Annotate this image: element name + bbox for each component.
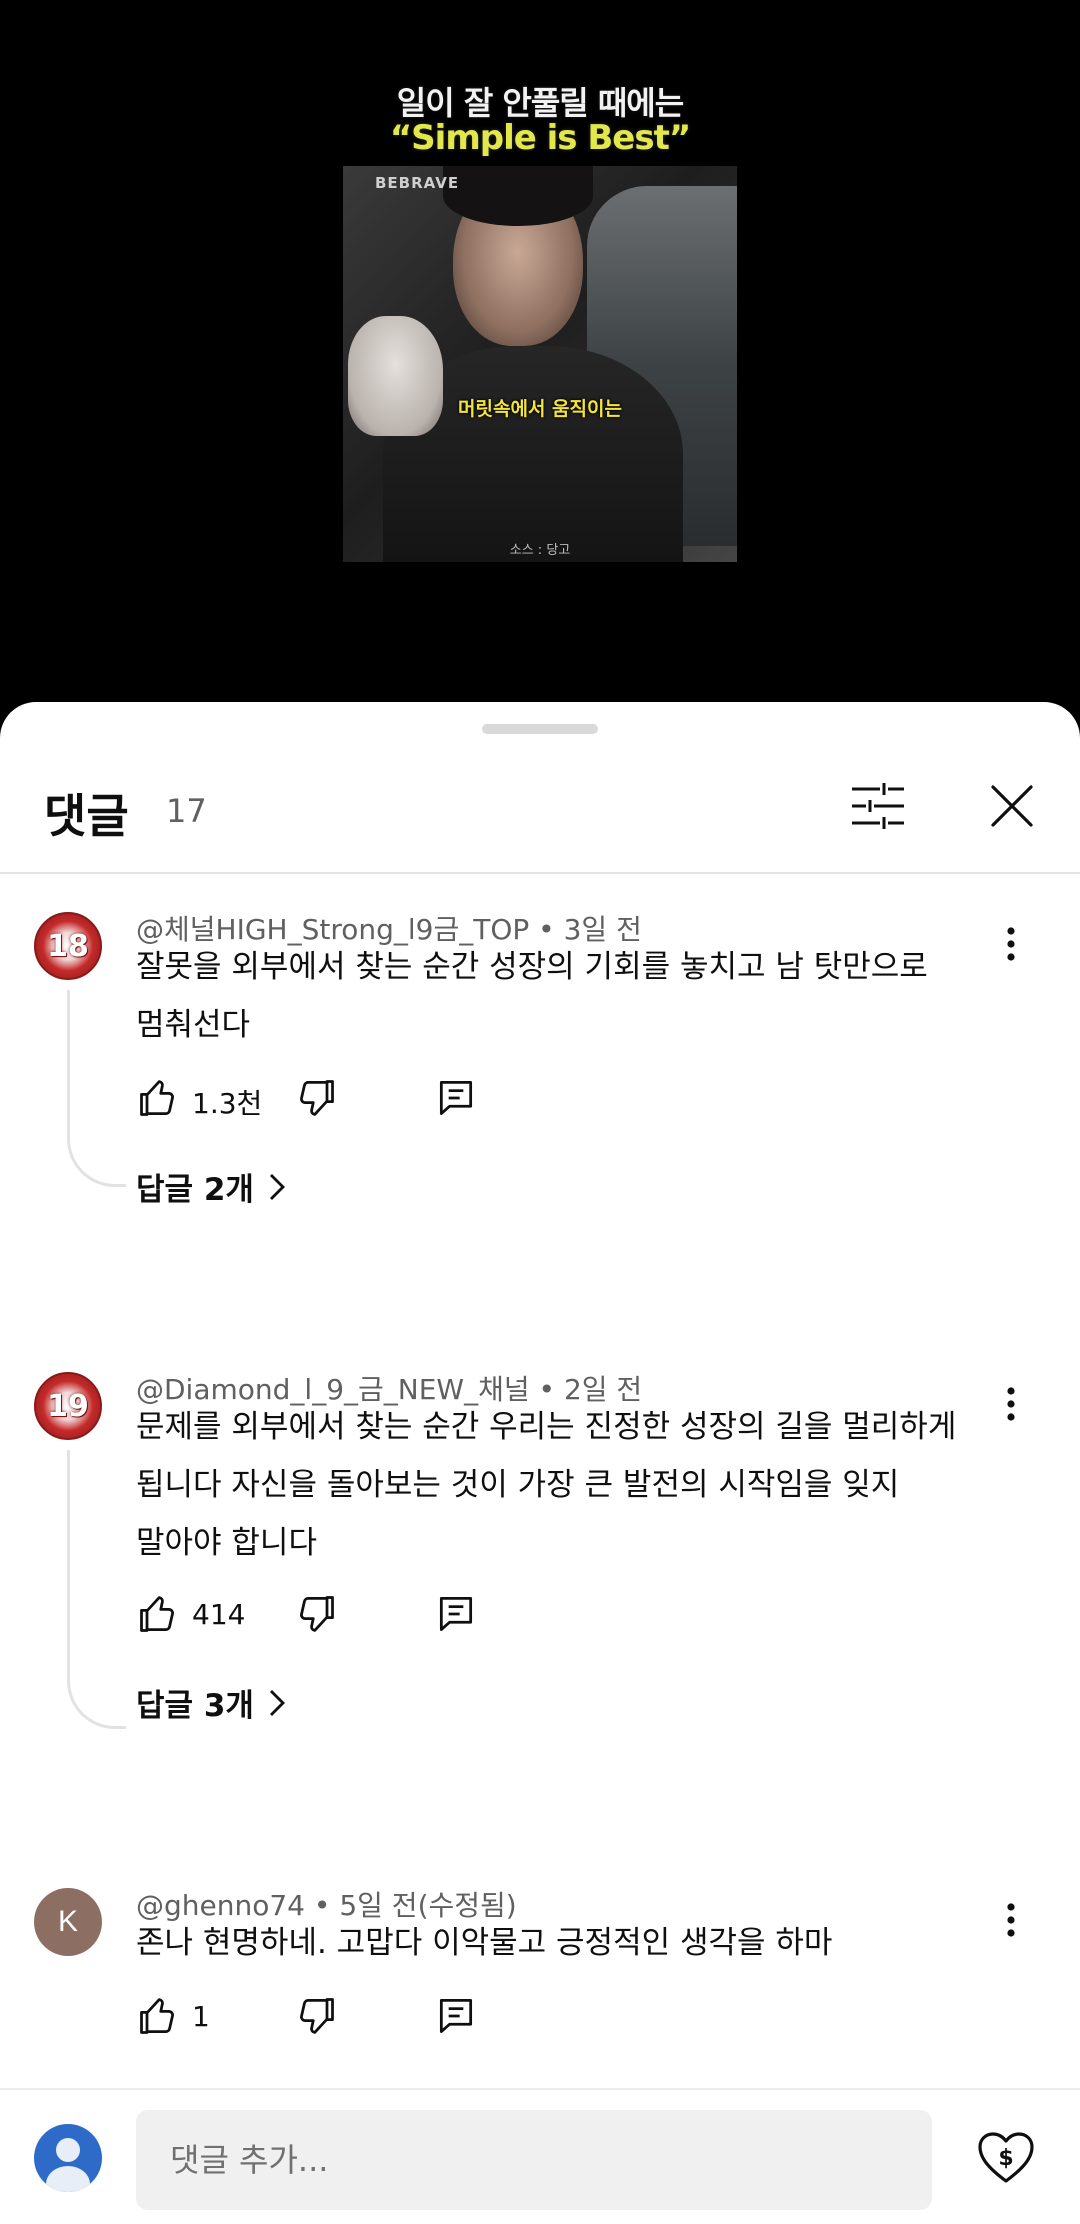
more-vert-icon[interactable] xyxy=(996,1898,1026,1942)
comment-actions: 414 xyxy=(136,1584,536,1644)
brand-watermark: BEBRAVE xyxy=(375,174,460,192)
replies-label: 답글 2개 xyxy=(136,1172,254,1208)
person-hair xyxy=(443,166,593,226)
comments-title: 댓글 xyxy=(44,789,129,843)
comments-count: 17 xyxy=(166,792,207,830)
avatar-text: K xyxy=(57,1905,78,1938)
video-frame: BEBRAVE 머릿속에서 움직이는 소스 : 당고 xyxy=(343,166,737,562)
video-player[interactable]: 일이 잘 안풀릴 때에는 “Simple is Best” BEBRAVE 머릿… xyxy=(0,0,1080,720)
like-count: 1 xyxy=(192,2000,210,2033)
like-icon[interactable] xyxy=(136,1994,180,2042)
dislike-icon[interactable] xyxy=(294,1994,338,2042)
thread-line xyxy=(67,990,126,1187)
close-icon[interactable] xyxy=(980,774,1044,838)
more-vert-icon[interactable] xyxy=(996,1382,1026,1426)
avatar[interactable]: K xyxy=(34,1888,102,1956)
chevron-right-icon xyxy=(269,1689,285,1716)
more-vert-icon[interactable] xyxy=(996,922,1026,966)
like-count: 1.3천 xyxy=(192,1087,263,1120)
view-replies-button[interactable]: 답글 3개 xyxy=(136,1680,286,1725)
reply-icon[interactable] xyxy=(434,1592,478,1640)
dislike-icon[interactable] xyxy=(294,1592,338,1640)
reply-icon[interactable] xyxy=(434,1994,478,2042)
comment-input[interactable] xyxy=(136,2110,932,2210)
drag-handle[interactable] xyxy=(482,724,598,734)
comment-actions: 1.3천 xyxy=(136,1068,536,1128)
self-avatar[interactable] xyxy=(34,2124,102,2192)
chevron-right-icon xyxy=(269,1173,285,1200)
like-icon[interactable] xyxy=(136,1076,180,1124)
comments-sheet: 댓글 17 18 @체널HIGH_Strong_l9금_TOP • 3일 전 잘… xyxy=(0,702,1080,2224)
dislike-icon[interactable] xyxy=(294,1076,338,1124)
video-caption-line2: “Simple is Best” xyxy=(389,118,691,158)
comment-composer: $ xyxy=(0,2088,1080,2224)
like-count: 414 xyxy=(192,1598,246,1631)
reply-icon[interactable] xyxy=(434,1076,478,1124)
svg-text:$: $ xyxy=(998,2146,1013,2171)
comment-text: 존나 현명하네. 고맙다 이악물고 긍정적인 생각을 하마 xyxy=(136,1925,833,1961)
like-icon[interactable] xyxy=(136,1592,180,1640)
tune-icon[interactable] xyxy=(846,774,910,838)
comment-text: 문제를 외부에서 찾는 순간 우리는 진정한 성장의 길을 멀리하게 됩니다 자… xyxy=(136,1409,957,1561)
video-source: 소스 : 당고 xyxy=(509,543,571,558)
avatar[interactable]: 18 xyxy=(34,912,102,980)
super-thanks-icon[interactable]: $ xyxy=(972,2124,1040,2192)
header-divider xyxy=(0,872,1080,874)
avatar-text: 19 xyxy=(47,1388,89,1424)
view-replies-button[interactable]: 답글 2개 xyxy=(136,1164,286,1209)
replies-label: 답글 3개 xyxy=(136,1688,254,1724)
avatar[interactable]: 19 xyxy=(34,1372,102,1440)
video-subtitle: 머릿속에서 움직이는 xyxy=(458,398,622,420)
comments-header: 댓글 17 xyxy=(0,762,1080,872)
avatar-text: 18 xyxy=(47,928,89,964)
thread-line xyxy=(67,1450,126,1729)
comment-text: 잘못을 외부에서 찾는 순간 성장의 기회를 놓치고 남 탓만으로 멈춰선다 xyxy=(136,949,928,1043)
comment-actions: 1 xyxy=(136,1986,536,2046)
